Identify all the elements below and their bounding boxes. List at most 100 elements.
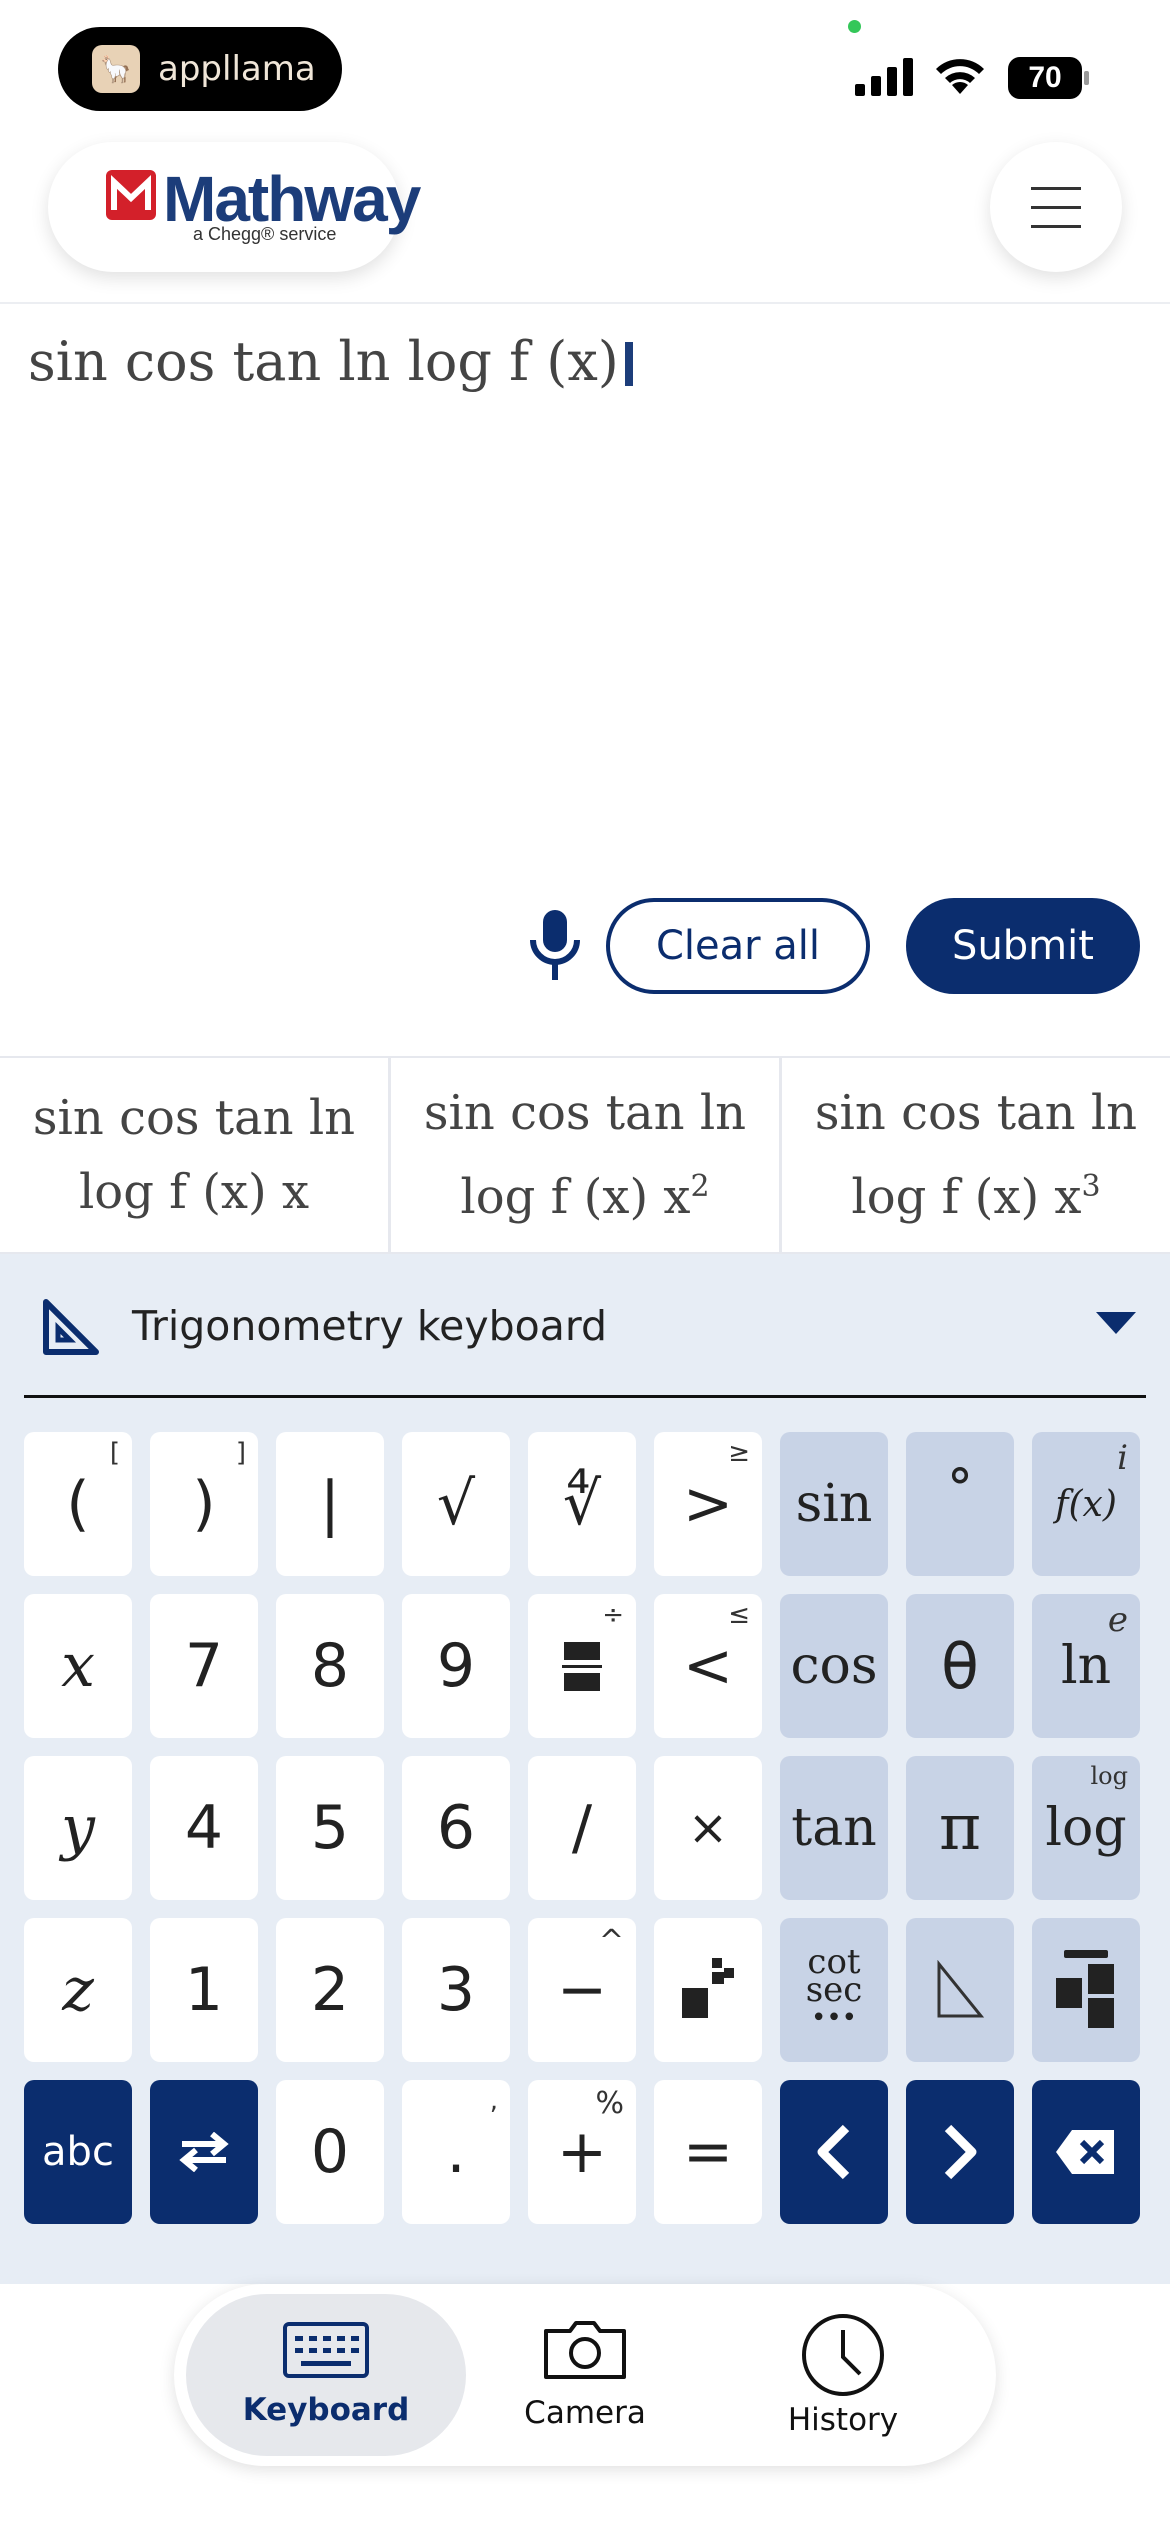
key-x[interactable]: x bbox=[24, 1594, 132, 1738]
key-plus[interactable]: +% bbox=[528, 2080, 636, 2224]
key-1[interactable]: 1 bbox=[150, 1918, 258, 2062]
key-z[interactable]: z bbox=[24, 1918, 132, 2062]
key-decimal[interactable]: ., bbox=[402, 2080, 510, 2224]
key-minus[interactable]: − ^ bbox=[528, 1918, 636, 2062]
key-times[interactable]: × bbox=[654, 1756, 762, 1900]
battery-level: 70 bbox=[1008, 57, 1082, 99]
suggestion-line2: log f (x) x bbox=[78, 1164, 310, 1220]
key-2[interactable]: 2 bbox=[276, 1918, 384, 2062]
suggestion-line2: log f (x) x bbox=[460, 1169, 691, 1225]
suggestion-row: sin cos tan ln log f (x) x sin cos tan l… bbox=[0, 1056, 1170, 1254]
key-log[interactable]: log log bbox=[1032, 1756, 1140, 1900]
triangle-icon bbox=[937, 1960, 985, 2018]
key-degree[interactable]: ° bbox=[906, 1432, 1014, 1576]
swap-arrows-icon bbox=[179, 2132, 229, 2172]
key-triangle[interactable] bbox=[906, 1918, 1014, 2062]
suggestion-line1: sin cos tan ln bbox=[423, 1085, 747, 1141]
key-absolute[interactable]: | bbox=[276, 1432, 384, 1576]
key-7[interactable]: 7 bbox=[150, 1594, 258, 1738]
suggestion-exponent: 3 bbox=[1081, 1169, 1101, 1204]
key-9[interactable]: 9 bbox=[402, 1594, 510, 1738]
key-abc[interactable]: abc bbox=[24, 2080, 132, 2224]
clock-icon bbox=[802, 2314, 884, 2396]
key-equals[interactable]: = bbox=[654, 2080, 762, 2224]
key-fraction[interactable]: ÷ bbox=[528, 1594, 636, 1738]
key-swap[interactable] bbox=[150, 2080, 258, 2224]
tab-keyboard[interactable]: Keyboard bbox=[186, 2294, 466, 2456]
battery-icon: 70 bbox=[1008, 57, 1090, 99]
key-left-arrow[interactable] bbox=[780, 2080, 888, 2224]
key-tan[interactable]: tan bbox=[780, 1756, 888, 1900]
text-cursor bbox=[624, 342, 633, 386]
key-4[interactable]: 4 bbox=[150, 1756, 258, 1900]
wifi-icon bbox=[936, 59, 984, 94]
app-pill-label: appllama bbox=[158, 49, 316, 89]
math-keyboard: Trigonometry keyboard ([ )] | √ ∜ > ≥ sin… bbox=[0, 1254, 1170, 2284]
key-0[interactable]: 0 bbox=[276, 2080, 384, 2224]
exponent-icon bbox=[682, 1958, 734, 2018]
keyboard-title: Trigonometry keyboard bbox=[132, 1302, 608, 1350]
key-function[interactable]: f(x) i bbox=[1032, 1432, 1140, 1576]
tab-history-label: History bbox=[787, 2402, 899, 2438]
set-square-icon bbox=[43, 1299, 99, 1355]
key-cos[interactable]: cos bbox=[780, 1594, 888, 1738]
tab-camera[interactable]: Camera bbox=[445, 2294, 725, 2456]
key-theta[interactable]: θ bbox=[906, 1594, 1014, 1738]
camera-icon bbox=[544, 2321, 626, 2379]
tab-history[interactable]: History bbox=[703, 2294, 983, 2456]
bottom-tab-bar: Keyboard Camera History bbox=[174, 2284, 996, 2466]
key-3[interactable]: 3 bbox=[402, 1918, 510, 2062]
camera-indicator-dot bbox=[848, 20, 861, 33]
key-greater-than[interactable]: > ≥ bbox=[654, 1432, 762, 1576]
key-exponent[interactable] bbox=[654, 1918, 762, 2062]
keyboard-icon bbox=[283, 2322, 369, 2378]
suggestion-item[interactable]: sin cos tan ln log f (x) x3 bbox=[782, 1058, 1170, 1252]
suggestion-line2: log f (x) x bbox=[851, 1169, 1082, 1225]
key-backspace[interactable] bbox=[1032, 2080, 1140, 2224]
key-sin[interactable]: sin bbox=[780, 1432, 888, 1576]
matrix-icon bbox=[1056, 1950, 1114, 2028]
signal-icon bbox=[855, 58, 913, 96]
key-right-arrow[interactable] bbox=[906, 2080, 1014, 2224]
key-pi[interactable]: π bbox=[906, 1756, 1014, 1900]
keyboard-selector[interactable]: Trigonometry keyboard bbox=[24, 1254, 1146, 1398]
hamburger-menu-button[interactable] bbox=[990, 142, 1122, 272]
key-matrix[interactable] bbox=[1032, 1918, 1140, 2062]
mathway-m-icon bbox=[106, 170, 156, 220]
key-slash[interactable]: / bbox=[528, 1756, 636, 1900]
suggestion-item[interactable]: sin cos tan ln log f (x) x2 bbox=[391, 1058, 782, 1252]
backspace-icon bbox=[1056, 2130, 1114, 2174]
chevron-down-icon bbox=[1096, 1312, 1136, 1334]
microphone-icon[interactable] bbox=[528, 910, 582, 980]
key-nth-root[interactable]: ∜ bbox=[528, 1432, 636, 1576]
menu-line bbox=[1031, 186, 1081, 190]
fraction-icon bbox=[562, 1642, 602, 1691]
header-divider bbox=[0, 302, 1170, 304]
suggestion-line1: sin cos tan ln bbox=[814, 1085, 1138, 1141]
key-more-trig[interactable]: cot sec ••• bbox=[780, 1918, 888, 2062]
key-8[interactable]: 8 bbox=[276, 1594, 384, 1738]
suggestion-exponent: 2 bbox=[690, 1169, 710, 1204]
key-less-than[interactable]: < ≤ bbox=[654, 1594, 762, 1738]
menu-line bbox=[1031, 205, 1081, 209]
key-6[interactable]: 6 bbox=[402, 1756, 510, 1900]
suggestion-line1: sin cos tan ln bbox=[32, 1090, 356, 1146]
suggestion-item[interactable]: sin cos tan ln log f (x) x bbox=[0, 1058, 391, 1252]
mathway-logo[interactable]: Mathway a Chegg® service bbox=[48, 142, 421, 272]
key-ln[interactable]: ln e bbox=[1032, 1594, 1140, 1738]
llama-icon: 🦙 bbox=[92, 45, 140, 93]
key-5[interactable]: 5 bbox=[276, 1756, 384, 1900]
logo-subtitle: a Chegg® service bbox=[193, 224, 337, 244]
clear-all-button[interactable]: Clear all bbox=[606, 898, 870, 994]
chevron-right-icon bbox=[944, 2124, 977, 2180]
key-sqrt[interactable]: √ bbox=[402, 1432, 510, 1576]
submit-button[interactable]: Submit bbox=[906, 898, 1140, 994]
app-indicator-pill[interactable]: 🦙 appllama bbox=[58, 27, 342, 111]
tab-camera-label: Camera bbox=[524, 2395, 646, 2431]
key-left-paren[interactable]: ([ bbox=[24, 1432, 132, 1576]
key-y[interactable]: y bbox=[24, 1756, 132, 1900]
menu-line bbox=[1031, 224, 1081, 228]
expression-text: sin cos tan ln log f (x) bbox=[28, 330, 619, 393]
key-right-paren[interactable]: )] bbox=[150, 1432, 258, 1576]
expression-input[interactable]: sin cos tan ln log f (x) bbox=[28, 330, 633, 393]
